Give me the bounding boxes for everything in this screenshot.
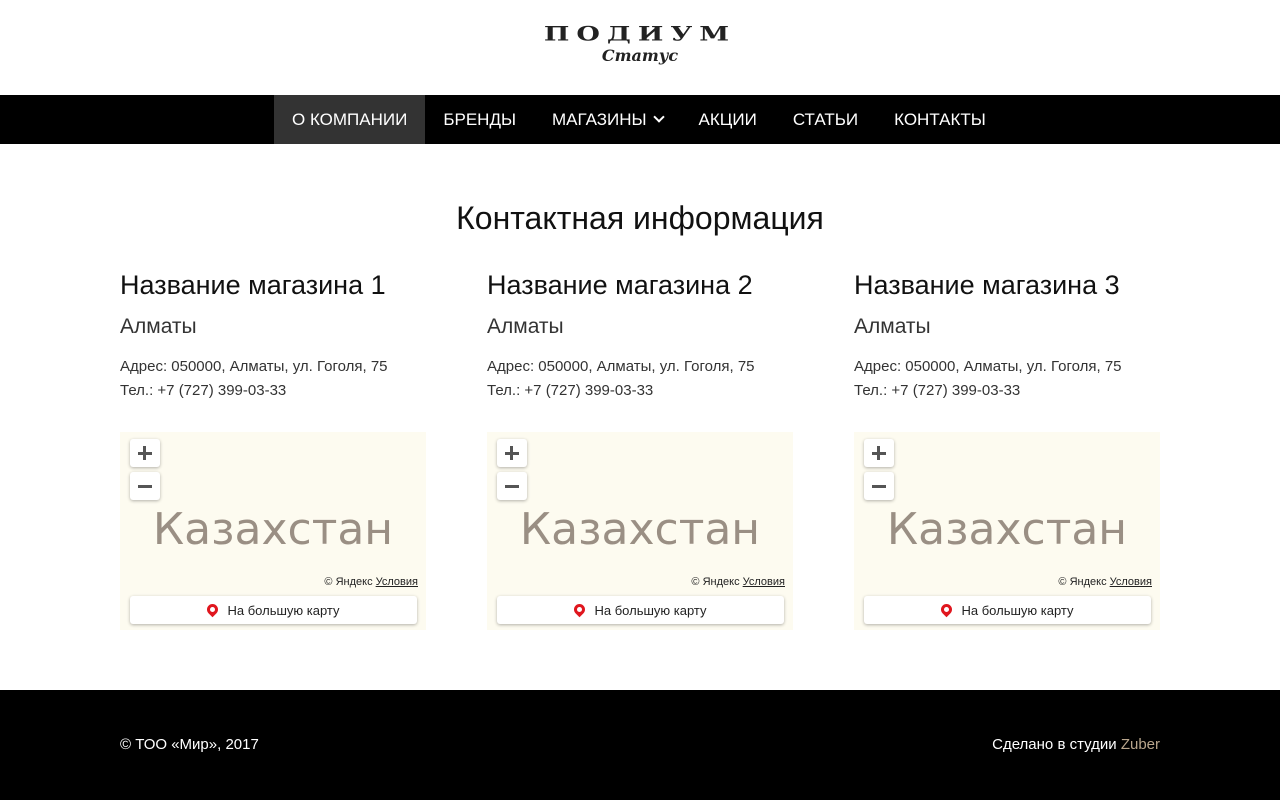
store-card: Название магазина 3 Алматы Адрес: 050000… [854,270,1164,403]
store-phone: Тел.: +7 (727) 399-03-33 [854,382,1021,399]
store-contacts: Адрес: 050000, Алматы, ул. Гоголя, 75 Те… [120,355,430,403]
map-zoom-out-button[interactable] [864,472,894,500]
page-title: Контактная информация [456,200,824,236]
map-terms-link[interactable]: Условия [1110,576,1152,588]
chevron-down-icon [652,111,665,123]
nav-item-label: СТАТЬИ [792,110,859,129]
open-big-map-label: На большую карту [227,602,340,618]
footer-copyright: © ТОО «Мир», 2017 [120,736,259,753]
store-name: Название магазина 3 [854,270,1120,300]
nav-item-articles[interactable]: СТАТЬИ [775,95,876,144]
main-nav: О КОМПАНИИ БРЕНДЫ МАГАЗИНЫ АКЦИИ СТАТЬИ … [0,95,1280,144]
store-city: Алматы [120,315,197,338]
store-card: Название магазина 2 Алматы Адрес: 050000… [487,270,797,403]
store-contacts: Адрес: 050000, Алматы, ул. Гоголя, 75 Те… [487,355,797,403]
logo-sub-text: Статус [601,46,679,65]
nav-item-label: МАГАЗИНЫ [552,110,647,129]
open-big-map-button[interactable]: На большую карту [864,596,1151,624]
map-country-label: Казахстан [152,504,394,555]
logo[interactable]: ПОДИУМ Статус [504,24,776,68]
map-copyright: © Яндекс [324,576,373,588]
map-attribution: © Яндекс Условия [691,576,785,588]
map-copyright: © Яндекс [691,576,740,588]
store-address: Адрес: 050000, Алматы, ул. Гоголя, 75 [487,358,755,375]
nav-item-label: БРЕНДЫ [443,110,517,129]
store-address: Адрес: 050000, Алматы, ул. Гоголя, 75 [854,358,1122,375]
nav-item-label: КОНТАКТЫ [894,110,986,129]
minus-icon [138,485,152,488]
map-zoom-in-button[interactable] [497,439,527,467]
open-big-map-label: На большую карту [594,602,707,618]
studio-link[interactable]: Zuber [1121,736,1160,753]
store-address: Адрес: 050000, Алматы, ул. Гоголя, 75 [120,358,388,375]
map-pin-icon [205,601,221,617]
map-terms-link[interactable]: Условия [376,576,418,588]
map-copyright: © Яндекс [1058,576,1107,588]
nav-item-about[interactable]: О КОМПАНИИ [274,95,426,144]
store-phone: Тел.: +7 (727) 399-03-33 [487,382,654,399]
map-terms-link[interactable]: Условия [743,576,785,588]
store-card: Название магазина 1 Алматы Адрес: 050000… [120,270,430,403]
plus-icon-stroke [510,446,513,460]
map-zoom-in-button[interactable] [130,439,160,467]
nav-item-contacts[interactable]: КОНТАКТЫ [876,95,1004,144]
store-name: Название магазина 1 [120,270,386,300]
map-country-label: Казахстан [886,504,1128,555]
map-attribution: © Яндекс Условия [1058,576,1152,588]
logo-main-text: ПОДИУМ [543,23,737,46]
store-map[interactable]: Казахстан © Яндекс Условия На большую ка… [487,432,793,630]
nav-item-label: О КОМПАНИИ [292,110,408,129]
store-city: Алматы [854,315,931,338]
map-attribution: © Яндекс Условия [324,576,418,588]
open-big-map-button[interactable]: На большую карту [497,596,784,624]
map-zoom-out-button[interactable] [130,472,160,500]
nav-item-promotions[interactable]: АКЦИИ [681,95,775,144]
nav-item-label: АКЦИИ [698,110,757,129]
store-name: Название магазина 2 [487,270,753,300]
open-big-map-label: На большую карту [961,602,1074,618]
map-zoom-in-button[interactable] [864,439,894,467]
map-country-label: Казахстан [519,504,761,555]
plus-icon-stroke [877,446,880,460]
nav-items: О КОМПАНИИ БРЕНДЫ МАГАЗИНЫ АКЦИИ СТАТЬИ … [274,95,1004,144]
nav-item-brands[interactable]: БРЕНДЫ [425,95,534,144]
studio-text: Сделано в студии [992,736,1117,753]
nav-item-stores[interactable]: МАГАЗИНЫ [534,95,681,144]
footer: © ТОО «Мир», 2017 Сделано в студии Zuber [0,690,1280,800]
minus-icon [872,485,886,488]
store-contacts: Адрес: 050000, Алматы, ул. Гоголя, 75 Те… [854,355,1164,403]
store-phone: Тел.: +7 (727) 399-03-33 [120,382,287,399]
store-city: Алматы [487,315,564,338]
map-pin-icon [572,601,588,617]
plus-icon-stroke [143,446,146,460]
open-big-map-button[interactable]: На большую карту [130,596,417,624]
minus-icon [505,485,519,488]
store-map[interactable]: Казахстан © Яндекс Условия На большую ка… [120,432,426,630]
map-pin-icon [939,601,955,617]
header: ПОДИУМ Статус [0,0,1280,95]
map-zoom-out-button[interactable] [497,472,527,500]
store-map[interactable]: Казахстан © Яндекс Условия На большую ка… [854,432,1160,630]
footer-studio-credit: Сделано в студии Zuber [992,736,1160,753]
